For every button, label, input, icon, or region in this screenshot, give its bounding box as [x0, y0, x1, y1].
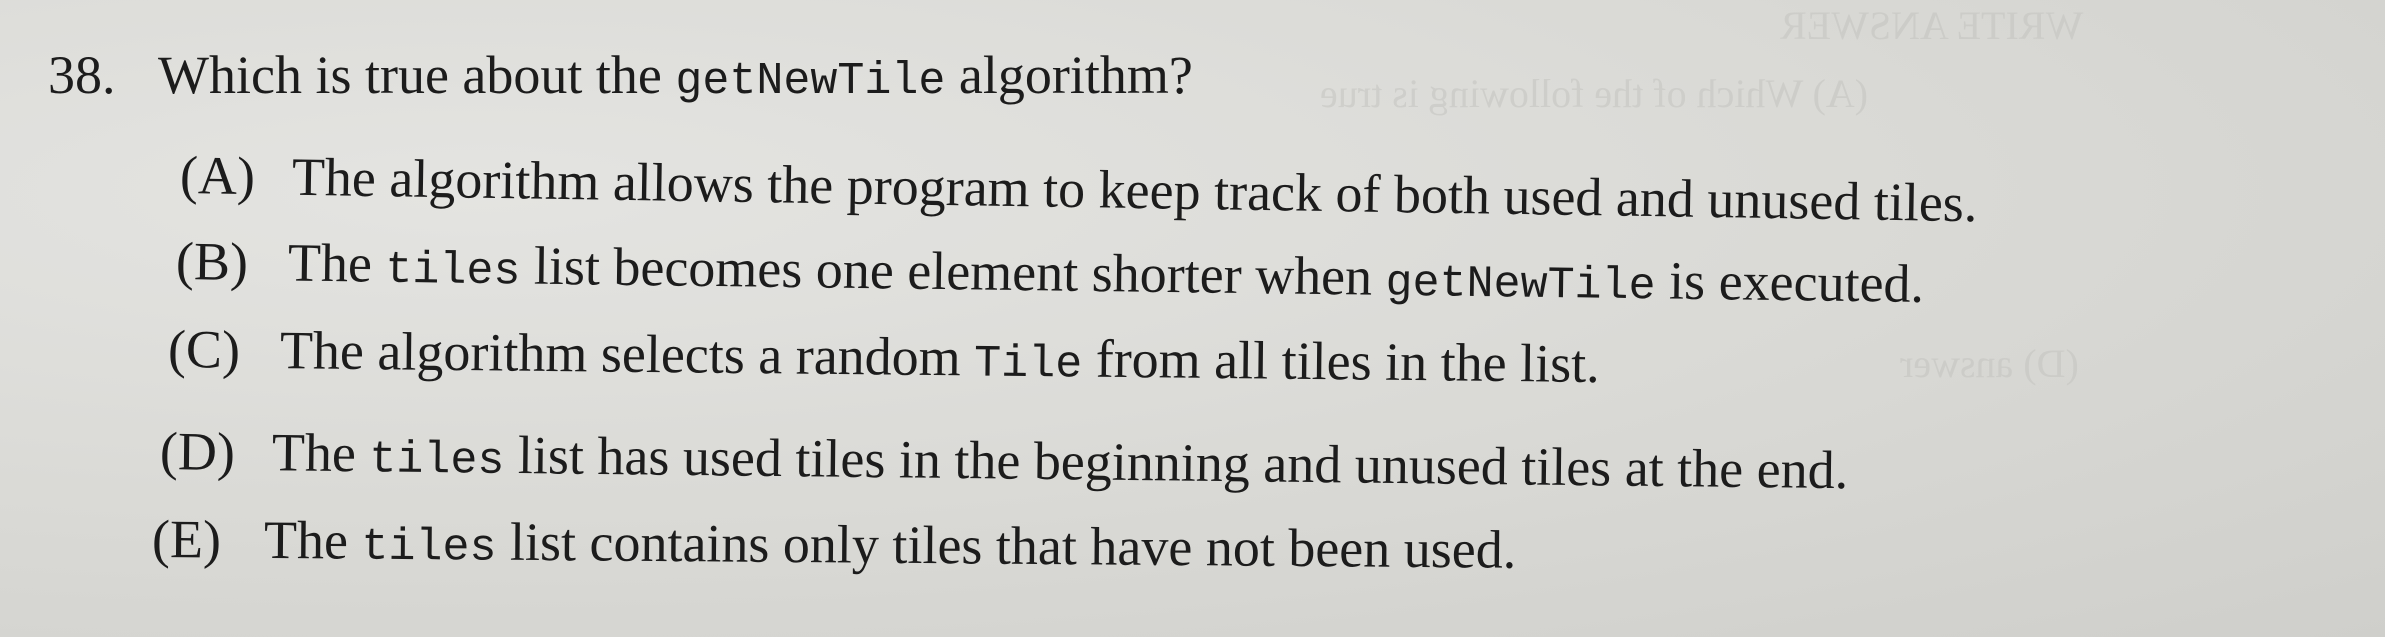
- choice-letter: (B): [175, 231, 249, 292]
- choice-code: tiles: [385, 244, 521, 298]
- bleed-through-text: (A) Which of the following is true: [1320, 71, 1869, 116]
- question-number: 38.: [48, 45, 116, 105]
- choice-text: The: [271, 422, 370, 484]
- choice-letter: (E): [151, 509, 222, 570]
- choice-code: tiles: [361, 521, 497, 574]
- choice-text: The: [263, 509, 362, 571]
- choice-letter: (A): [179, 145, 256, 207]
- choice-code: Tile: [973, 338, 1083, 391]
- bleed-through-text: WRITE ANSWER: [1780, 3, 2084, 48]
- choice-code: tiles: [369, 434, 505, 487]
- choice-d: (D) The tiles list has used tiles in the …: [159, 421, 1849, 501]
- question-text-before: Which is true about the: [158, 45, 676, 105]
- question-stem: 38. Which is true about the getNewTile al…: [48, 48, 1193, 104]
- question-text-after: algorithm?: [945, 45, 1193, 105]
- choice-text: list contains only tiles that have not b…: [496, 511, 1517, 580]
- worksheet-page: WRITE ANSWER (A) Which of the following …: [0, 0, 2385, 637]
- choice-text: list has used tiles in the beginning and…: [504, 424, 1849, 501]
- choice-text: The algorithm allows the program to keep…: [291, 146, 1978, 234]
- choice-code: getNewTile: [1385, 257, 1656, 313]
- choice-text: The: [287, 232, 386, 294]
- choice-b: (B) The tiles list becomes one element sh…: [175, 231, 1925, 314]
- choice-text: list becomes one element shorter when: [520, 235, 1387, 307]
- choice-text: is executed.: [1655, 250, 1925, 314]
- choice-letter: (C): [167, 319, 241, 380]
- bleed-through-text: (D) answer: [1900, 341, 2079, 386]
- choice-text: from all tiles in the list.: [1081, 328, 1600, 394]
- choice-a: (A) The algorithm allows the program to k…: [179, 145, 1978, 234]
- question-code: getNewTile: [675, 56, 946, 107]
- choice-e: (E) The tiles list contains only tiles th…: [151, 509, 1517, 580]
- choice-text: The algorithm selects a random: [279, 320, 975, 388]
- choice-letter: (D): [159, 421, 236, 482]
- choice-c: (C) The algorithm selects a random Tile f…: [167, 319, 1600, 394]
